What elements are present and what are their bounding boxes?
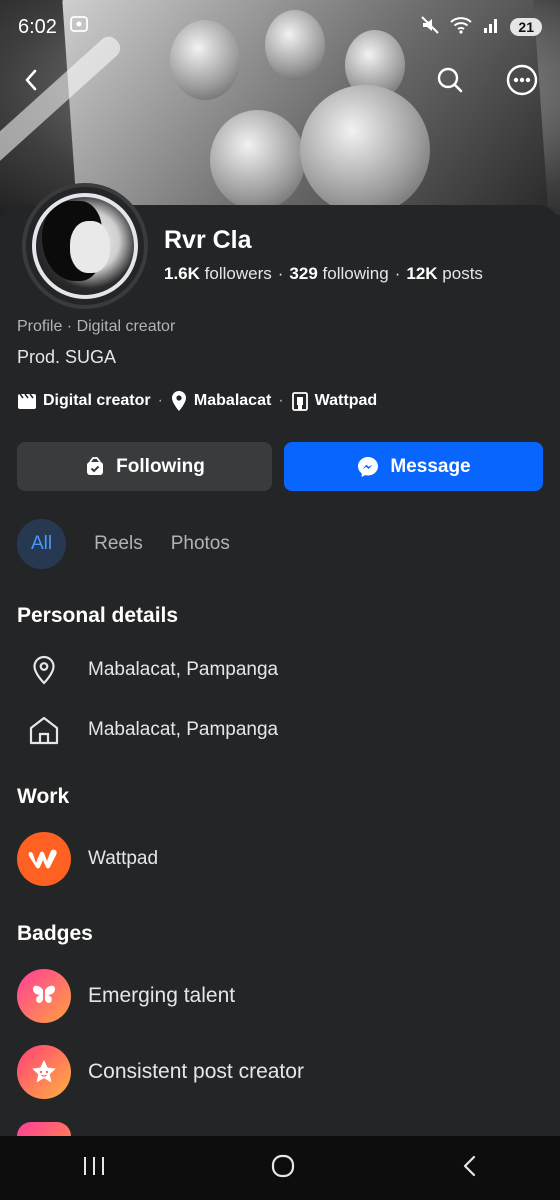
message-button[interactable]: Message <box>284 442 543 491</box>
back-arrow-icon <box>25 69 37 91</box>
status-time: 6:02 <box>18 15 57 38</box>
status-bar: 6:02 21 <box>0 0 560 54</box>
tab-reels[interactable]: Reels <box>80 519 157 569</box>
butterfly-badge-icon <box>17 969 71 1023</box>
cover-face <box>210 110 305 210</box>
following-link[interactable]: 329 following <box>289 264 388 283</box>
avatar-image <box>32 193 138 299</box>
tab-photos[interactable]: Photos <box>157 519 244 569</box>
recent-apps-button[interactable] <box>81 1154 107 1183</box>
more-options-button[interactable] <box>500 58 544 102</box>
signal-icon <box>482 16 500 39</box>
hometown-row[interactable]: Mabalacat, Pampanga <box>17 703 278 757</box>
work-title: Work <box>17 785 70 808</box>
profile-name: Rvr Cla <box>164 226 252 254</box>
lives-in-row[interactable]: Mabalacat, Pampanga <box>17 643 278 697</box>
search-icon <box>437 67 463 93</box>
profile-stats: 1.6K followers · 329 following · 12K posts <box>164 264 483 283</box>
search-button[interactable] <box>428 58 472 102</box>
badge-row[interactable]: Emerging talent <box>17 969 235 1023</box>
profile-bio: Prod. SUGA <box>17 347 117 367</box>
posts-count: 12K posts <box>406 264 483 283</box>
recent-apps-icon <box>84 1156 105 1175</box>
back-chevron-icon <box>463 1155 475 1176</box>
clapperboard-icon <box>18 393 36 409</box>
building-icon <box>291 392 308 411</box>
wattpad-logo-icon <box>17 832 71 886</box>
home-circle-icon <box>271 1154 295 1177</box>
system-nav-bar <box>0 1136 560 1200</box>
messenger-icon <box>358 456 379 477</box>
wifi-icon <box>450 16 473 39</box>
content-tabs: All Reels Photos <box>17 519 244 569</box>
personal-details-title: Personal details <box>17 604 179 627</box>
star-badge-icon <box>17 1045 71 1099</box>
screenshot-icon <box>69 14 89 40</box>
home-icon <box>17 703 71 757</box>
work-row[interactable]: Wattpad <box>17 832 158 886</box>
location-pin-icon <box>17 643 71 697</box>
badge-row[interactable]: Consistent post creator <box>17 1045 304 1099</box>
top-nav <box>0 56 560 104</box>
meta-work[interactable]: Wattpad <box>291 391 377 411</box>
badges-title: Badges <box>17 922 93 945</box>
mute-icon <box>420 15 440 40</box>
location-pin-icon <box>171 391 186 411</box>
system-back-button[interactable] <box>459 1154 479 1183</box>
following-button[interactable]: Following <box>17 442 272 491</box>
followers-link[interactable]: 1.6K followers <box>164 264 272 283</box>
back-button[interactable] <box>10 58 54 102</box>
tab-all[interactable]: All <box>17 519 67 569</box>
battery-indicator: 21 <box>510 18 542 36</box>
profile-type: Profile · Digital creator <box>17 318 176 335</box>
cover-face <box>300 85 430 215</box>
home-button[interactable] <box>270 1153 296 1184</box>
following-check-icon <box>87 456 104 475</box>
profile-meta: Digital creator · Mabalacat · Wattpad <box>17 390 377 412</box>
profile-avatar[interactable] <box>22 183 148 309</box>
badge-partial-icon <box>17 1122 71 1136</box>
meta-category: Digital creator <box>17 392 151 410</box>
meta-location[interactable]: Mabalacat <box>170 390 271 412</box>
more-icon <box>506 64 538 96</box>
